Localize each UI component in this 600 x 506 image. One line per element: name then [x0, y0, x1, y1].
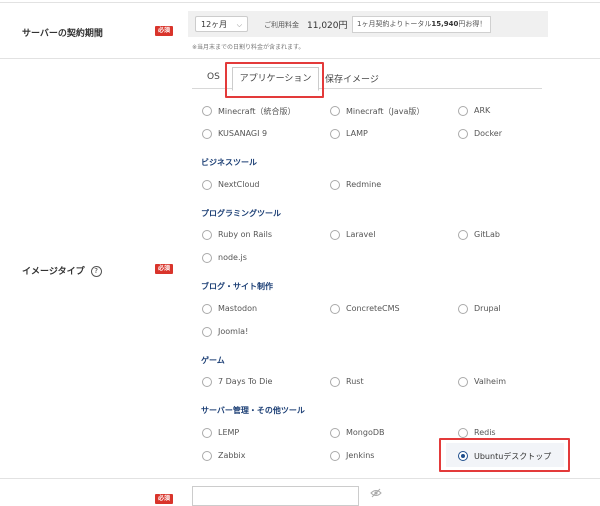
radio-rust[interactable] [330, 377, 340, 387]
radio-docker[interactable] [458, 129, 468, 139]
term-select[interactable]: 12ヶ月 ⌵ [195, 16, 248, 32]
option-label: Rust [346, 377, 364, 386]
discount-badge: 1ヶ月契約よりトータル15,940円お得！ [352, 16, 492, 33]
option-label: Zabbix [218, 451, 246, 460]
category-server-tools: サーバー管理・その他ツール [201, 406, 305, 415]
radio-jenkins[interactable] [330, 451, 340, 461]
radio-mastodon[interactable] [202, 304, 212, 314]
radio-redmine[interactable] [330, 180, 340, 190]
radio-7-days-to-die[interactable] [202, 377, 212, 387]
radio-nextcloud[interactable] [202, 180, 212, 190]
password-input[interactable] [192, 486, 359, 506]
radio-lemp[interactable] [202, 428, 212, 438]
category-programming: プログラミングツール [201, 209, 281, 218]
radio-lamp[interactable] [330, 129, 340, 139]
divider [0, 478, 600, 479]
option-label: NextCloud [218, 180, 260, 189]
option-label: Drupal [474, 304, 501, 313]
option-label: Jenkins [346, 451, 375, 460]
option-label: GitLab [474, 230, 500, 239]
radio-nodejs[interactable] [202, 253, 212, 263]
radio-drupal[interactable] [458, 304, 468, 314]
fee-label: ご利用料金 [264, 21, 299, 29]
option-label: Redmine [346, 180, 382, 189]
radio-minecraft-bedrock[interactable] [202, 106, 212, 116]
prorate-note: ※当月末までの日割り料金が含まれます。 [192, 44, 305, 51]
option-label: KUSANAGI 9 [218, 129, 268, 138]
radio-ruby-on-rails[interactable] [202, 230, 212, 240]
required-badge: 必須 [155, 494, 174, 504]
option-label: Docker [474, 129, 503, 138]
option-label: Valheim [474, 377, 506, 386]
eye-slash-icon[interactable] [370, 488, 382, 501]
radio-laravel[interactable] [330, 230, 340, 240]
option-label: LEMP [218, 428, 240, 437]
option-label: MongoDB [346, 428, 385, 437]
contract-period-label: サーバーの契約期間 [22, 29, 103, 39]
option-label: Redis [474, 428, 496, 437]
radio-gitlab[interactable] [458, 230, 468, 240]
required-badge: 必須 [155, 26, 174, 36]
radio-ark[interactable] [458, 106, 468, 116]
tab-saved-images[interactable]: 保存イメージ [325, 72, 379, 85]
image-type-label: イメージタイプ? [22, 264, 102, 277]
radio-valheim[interactable] [458, 377, 468, 387]
option-label: node.js [218, 253, 247, 262]
help-icon[interactable]: ? [90, 266, 102, 277]
category-game: ゲーム [201, 356, 225, 365]
radio-zabbix[interactable] [202, 451, 212, 461]
term-value: 12ヶ月 [201, 20, 228, 29]
radio-redis[interactable] [458, 428, 468, 438]
fee-amount: 11,020円 [307, 21, 348, 31]
category-blog: ブログ・サイト制作 [201, 282, 273, 291]
option-label: Minecraft（Java版） [346, 107, 425, 116]
option-label: Joomla! [218, 327, 249, 336]
required-badge: 必須 [155, 264, 174, 274]
option-label: ARK [474, 106, 491, 115]
option-label: Mastodon [218, 304, 258, 313]
option-label: LAMP [346, 129, 368, 138]
divider [0, 2, 600, 3]
radio-joomla[interactable] [202, 327, 212, 337]
chevron-down-icon: ⌵ [236, 21, 242, 29]
radio-kusanagi[interactable] [202, 129, 212, 139]
highlight-box-ubuntu [439, 438, 570, 472]
divider [0, 58, 600, 59]
option-label: ConcreteCMS [346, 304, 400, 313]
category-business: ビジネスツール [201, 158, 257, 167]
radio-mongodb[interactable] [330, 428, 340, 438]
highlight-box-tab [225, 62, 324, 98]
tab-os[interactable]: OS [207, 72, 220, 82]
option-label: 7 Days To Die [218, 377, 273, 386]
option-label: Minecraft（統合版） [218, 107, 296, 116]
option-label: Ruby on Rails [218, 230, 273, 239]
radio-minecraft-java[interactable] [330, 106, 340, 116]
radio-concretecms[interactable] [330, 304, 340, 314]
option-label: Laravel [346, 230, 376, 239]
